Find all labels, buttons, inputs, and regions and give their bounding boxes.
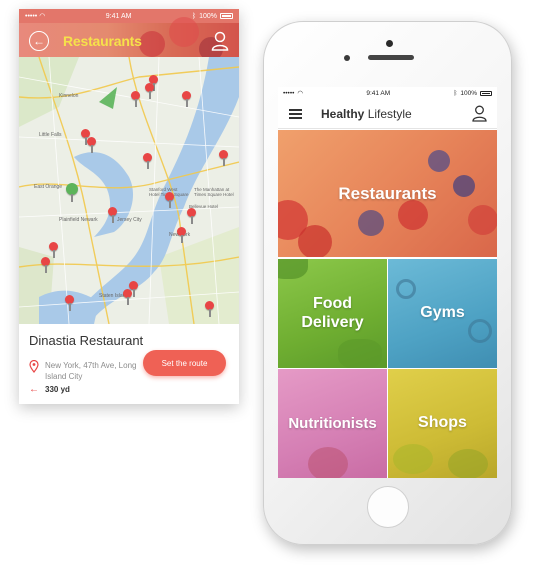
tile-gyms[interactable]: Gyms (388, 259, 497, 368)
brand-light: Lifestyle (367, 107, 412, 121)
earpiece-speaker (368, 55, 414, 60)
battery-icon (219, 13, 233, 19)
app-header: Healthy Lifestyle (278, 99, 497, 129)
map-screen: ••••• ◠ 9:41 AM ᛒ 100% ← Restaurants Kin… (19, 9, 239, 404)
set-route-button[interactable]: Set the route (143, 350, 226, 376)
berries-decoration (308, 447, 348, 478)
home-button[interactable] (367, 486, 409, 528)
strawberry-decoration (398, 200, 428, 230)
map-pin[interactable] (165, 192, 174, 208)
mockup-stage: ••••• ◠ 9:41 AM ᛒ 100% ← Restaurants Kin… (0, 0, 551, 588)
status-bar: ••••• ◠ 9:41 AM ᛒ 100% (19, 9, 239, 23)
map-label: Plainfield Newark (59, 217, 98, 223)
strawberry-decoration (468, 205, 497, 235)
bluetooth-icon: ᛒ (453, 89, 458, 97)
tile-label: Shops (418, 414, 467, 432)
bluetooth-icon: ᛒ (191, 12, 197, 20)
restaurant-distance: 330 yd (45, 385, 70, 394)
map-pin[interactable] (123, 289, 132, 305)
map-pin[interactable] (87, 137, 96, 153)
map-label: The Manhattan at Times Square Hotel (194, 187, 234, 197)
map-pin[interactable] (177, 227, 186, 243)
arrow-left-icon: ← (33, 34, 45, 48)
signal-dots: ••••• (25, 12, 38, 20)
map-pin[interactable] (143, 153, 152, 169)
tile-label: Restaurants (338, 183, 437, 203)
map-pin[interactable] (182, 91, 191, 107)
user-icon[interactable] (472, 105, 487, 122)
status-time: 9:41 AM (105, 12, 132, 20)
map-pin-current[interactable] (66, 183, 78, 202)
map-pin[interactable] (41, 257, 50, 273)
app-brand: Healthy Lifestyle (321, 107, 412, 121)
brand-bold: Healthy (321, 107, 365, 121)
signal-dots: ••••• (283, 89, 295, 97)
strawberry-decoration (298, 225, 332, 257)
wifi-icon: ◠ (297, 90, 304, 97)
tile-nutritionists[interactable]: Nutritionists (278, 369, 387, 478)
arrow-left-icon: ← (29, 384, 39, 395)
front-camera (386, 40, 393, 47)
tile-label: Gyms (420, 304, 465, 322)
map-pin[interactable] (65, 295, 74, 311)
location-pin-icon (29, 360, 39, 373)
home-screen: ••••• ◠ 9:41 AM ᛒ 100% Healthy Lifestyle (278, 87, 497, 478)
battery-percent: 100% (460, 89, 477, 97)
restaurant-name: Dinastia Restaurant (29, 333, 144, 348)
status-bar: ••••• ◠ 9:41 AM ᛒ 100% (278, 87, 497, 99)
hamburger-icon[interactable] (289, 109, 302, 119)
map-pin[interactable] (187, 208, 196, 224)
blueberry-decoration (428, 150, 450, 172)
map-pin[interactable] (131, 91, 140, 107)
blueberry-decoration (358, 210, 384, 236)
map-label: East Orange (34, 184, 63, 190)
back-button[interactable]: ← (29, 31, 49, 51)
map-label: Kinnelon (59, 93, 79, 99)
map-pin[interactable] (108, 207, 117, 223)
map-pin[interactable] (129, 281, 138, 297)
map-pin[interactable] (145, 83, 154, 99)
map-pin[interactable] (205, 301, 214, 317)
tile-shops[interactable]: Shops (388, 369, 497, 478)
header-decoration (139, 31, 165, 57)
blueberry-decoration (453, 175, 475, 197)
map-view[interactable]: Kinnelon Little Falls East Orange Plainf… (19, 57, 239, 324)
tile-label: Food Delivery (301, 295, 364, 331)
produce-decoration (448, 449, 488, 478)
weight-decoration (396, 279, 416, 299)
header-decoration (169, 17, 199, 47)
salad-decoration (338, 339, 382, 368)
restaurant-card: Dinastia Restaurant New York, 47th Ave, … (19, 324, 239, 404)
status-time: 9:41 AM (366, 89, 391, 97)
tile-restaurants[interactable]: Restaurants (278, 130, 497, 257)
map-label: Jersey City (117, 217, 142, 223)
proximity-sensor (344, 55, 350, 61)
weight-decoration (468, 319, 492, 343)
wifi-icon: ◠ (39, 13, 46, 20)
salad-decoration (278, 259, 308, 279)
user-icon[interactable] (211, 31, 229, 51)
map-pin[interactable] (219, 150, 228, 166)
tile-label: Nutritionists (288, 414, 377, 432)
map-label: Little Falls (39, 132, 62, 138)
produce-decoration (393, 444, 433, 474)
map-pin[interactable] (49, 242, 58, 258)
battery-icon (479, 90, 492, 96)
page-title: Restaurants (63, 33, 142, 49)
tile-food-delivery[interactable]: Food Delivery (278, 259, 387, 368)
battery-percent: 100% (199, 12, 217, 20)
restaurant-address: New York, 47th Ave, Long Island City (45, 361, 137, 381)
